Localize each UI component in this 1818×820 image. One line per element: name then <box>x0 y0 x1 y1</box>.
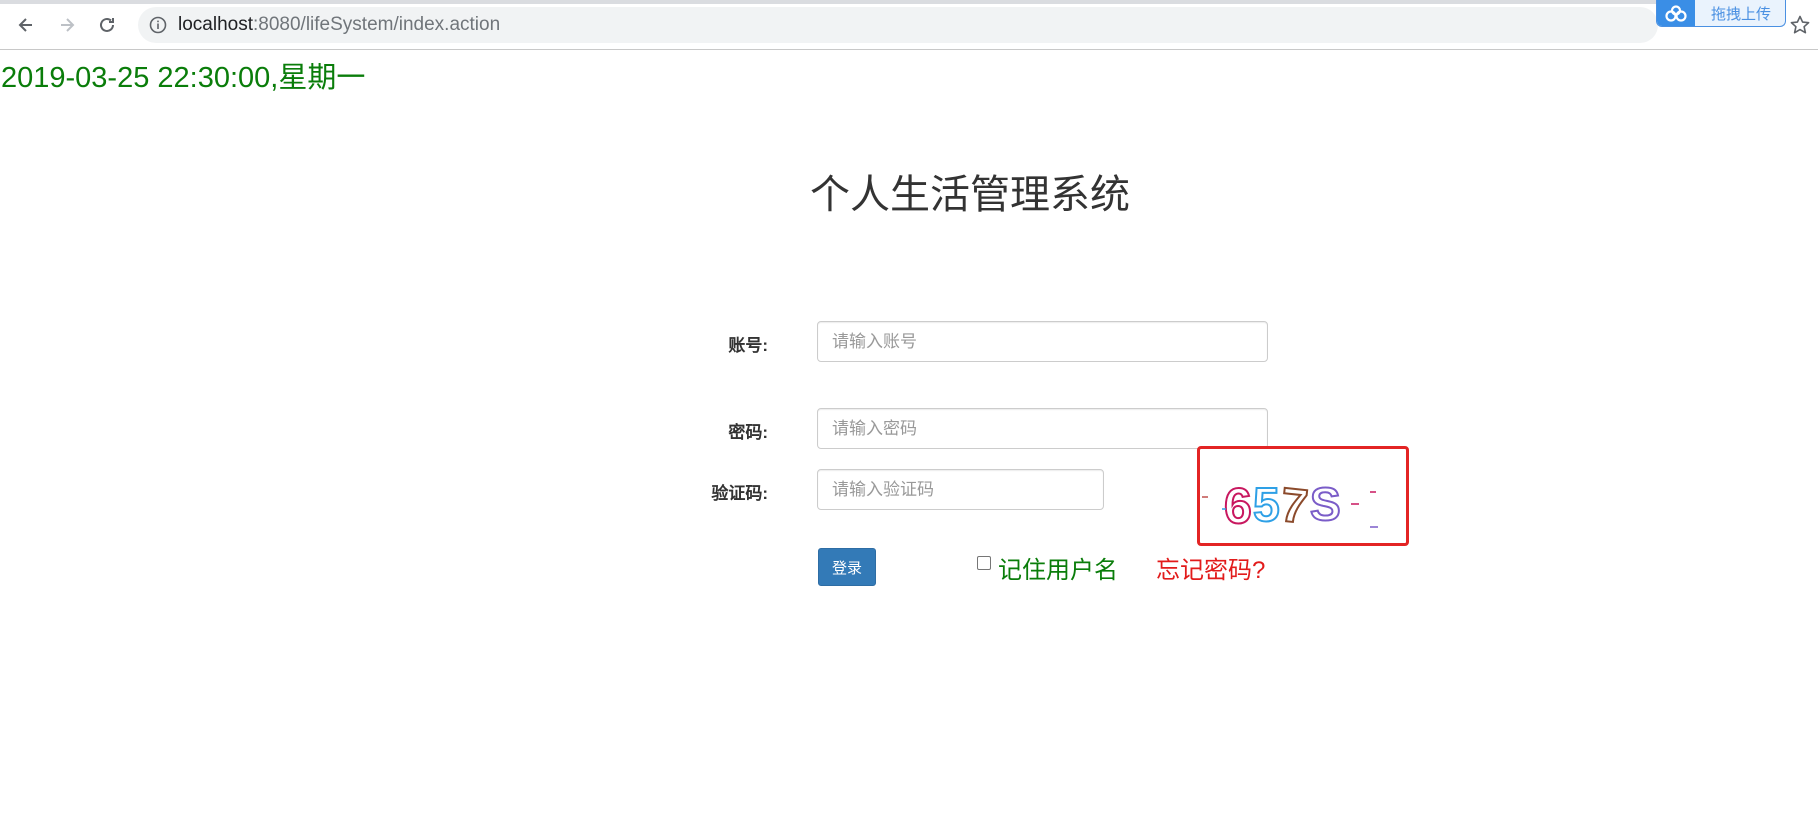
captcha-char-4: S <box>1310 478 1341 530</box>
cloud-icon <box>1657 0 1695 26</box>
captcha-graphic: 6 5 7 S <box>1202 477 1378 535</box>
captcha-char-1: 6 <box>1224 478 1252 534</box>
upload-label: 拖拽上传 <box>1711 6 1772 23</box>
password-label: 密码: <box>728 423 768 442</box>
captcha-char-3: 7 <box>1278 479 1310 535</box>
upload-widget[interactable]: 拖拽上传 <box>1656 0 1786 27</box>
back-button[interactable] <box>12 11 40 39</box>
forgot-password-link[interactable]: 忘记密码? <box>1156 550 1265 585</box>
url-host: localhost <box>178 14 253 35</box>
reload-icon <box>100 17 114 32</box>
datetime-display: 2019-03-25 22:30:00,星期一 <box>1 62 366 94</box>
reload-button[interactable] <box>93 11 121 39</box>
account-label: 账号: <box>728 336 768 355</box>
info-icon[interactable] <box>148 15 168 35</box>
back-icon <box>18 18 32 32</box>
captcha-image[interactable]: 6 5 7 S 657S <box>1197 446 1409 546</box>
browser-toolbar: localhost:8080/lifeSystem/index.action 拖… <box>0 0 1818 50</box>
forward-icon <box>61 18 75 32</box>
url-text[interactable]: localhost:8080/lifeSystem/index.action <box>178 14 500 36</box>
captcha-char-2: 5 <box>1253 479 1280 532</box>
password-input[interactable] <box>817 408 1268 449</box>
star-icon[interactable] <box>1789 14 1811 36</box>
remember-checkbox[interactable] <box>977 556 991 570</box>
account-input[interactable] <box>817 321 1268 362</box>
url-path: :8080/lifeSystem/index.action <box>253 14 501 35</box>
captcha-input[interactable] <box>817 469 1104 510</box>
tab-strip <box>0 0 1700 4</box>
remember-label[interactable]: 记住用户名 <box>998 550 1118 585</box>
login-button[interactable]: 登录 <box>818 548 876 586</box>
forward-button[interactable] <box>53 11 81 39</box>
page-title: 个人生活管理系统 <box>810 173 1130 217</box>
captcha-label: 验证码: <box>711 484 768 503</box>
